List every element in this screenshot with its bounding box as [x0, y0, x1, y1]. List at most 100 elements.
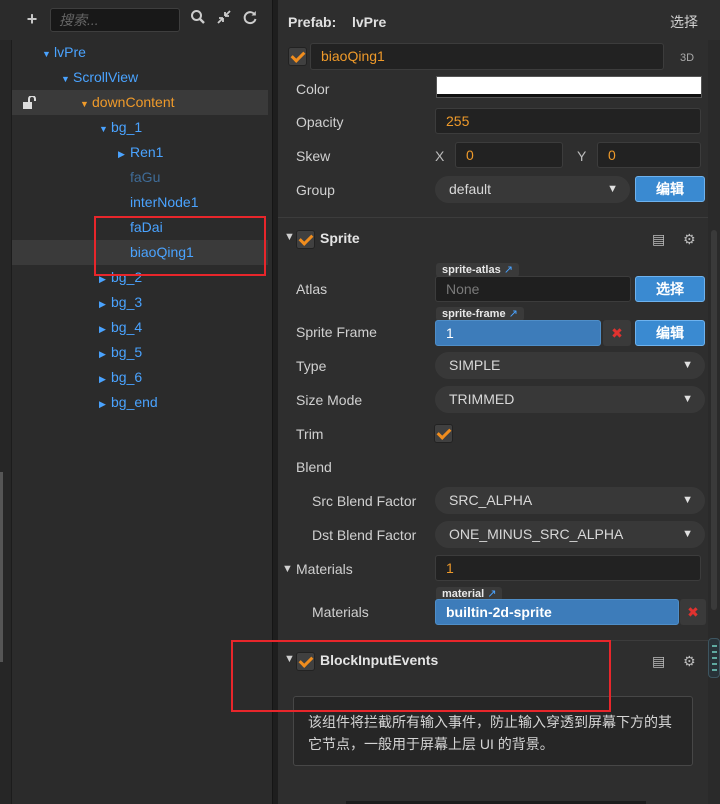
tree-node[interactable]: faDai	[130, 215, 163, 239]
block-input-description: 该组件将拦截所有输入事件，防止输入穿透到屏幕下方的其它节点，一般用于屏幕上层 U…	[293, 696, 693, 766]
caret-down-icon[interactable]: ▼	[42, 42, 54, 66]
tree-node-label: faGu	[130, 169, 161, 185]
sprite-enabled-checkbox[interactable]	[296, 230, 315, 249]
tree-node-label: Ren1	[130, 144, 164, 160]
caret-down-icon[interactable]: ▼	[61, 67, 73, 91]
tree-node-label: downContent	[92, 94, 175, 110]
block-input-enabled-checkbox[interactable]	[296, 652, 315, 671]
tree-node[interactable]: biaoQing1	[130, 240, 194, 264]
caret-down-icon[interactable]: ▼	[80, 92, 92, 116]
group-edit-button[interactable]: 编辑	[635, 176, 705, 202]
prefab-label: Prefab:	[288, 14, 337, 30]
type-select[interactable]: SIMPLE ▼	[435, 352, 705, 379]
prefab-bar: Prefab: lvPre 选择	[278, 0, 720, 40]
caret-right-icon[interactable]: ▶	[99, 367, 111, 391]
caret-right-icon[interactable]: ▶	[99, 342, 111, 366]
lock-icon[interactable]	[23, 95, 37, 112]
tree-node[interactable]: ▶ bg_end	[99, 390, 158, 414]
block-input-title: BlockInputEvents	[320, 652, 439, 668]
clear-frame-icon[interactable]: ✖	[603, 320, 631, 346]
tree-node[interactable]: ▶ bg_4	[99, 315, 142, 339]
caret-right-icon[interactable]: ▶	[99, 317, 111, 341]
group-select[interactable]: default ▼	[435, 176, 630, 203]
tree-node[interactable]: ▶ Ren1	[118, 140, 163, 164]
collapse-icon[interactable]	[214, 9, 234, 29]
inspector-scrollbar[interactable]	[708, 40, 720, 804]
block-input-section-header[interactable]: ▼ BlockInputEvents ▤ ⚙	[278, 644, 710, 680]
refresh-icon[interactable]	[240, 9, 260, 29]
tree-node[interactable]: ▶ bg_6	[99, 365, 142, 389]
dst-blend-value: ONE_MINUS_SRC_ALPHA	[449, 526, 624, 542]
tree-node-label: bg_1	[111, 119, 143, 135]
tree-node-label: bg_3	[111, 294, 143, 310]
search-icon[interactable]	[188, 9, 208, 29]
caret-right-icon[interactable]: ▶	[99, 267, 111, 291]
prefab-name: lvPre	[352, 14, 387, 30]
opacity-input[interactable]: 255	[435, 108, 701, 134]
caret-down-icon[interactable]: ▼	[99, 117, 111, 141]
trim-label: Trim	[296, 426, 324, 442]
size-mode-select[interactable]: TRIMMED ▼	[435, 386, 705, 413]
materials-triangle-icon[interactable]: ▼	[282, 559, 293, 579]
node-name-input[interactable]: biaoQing1	[310, 43, 664, 70]
trim-checkbox[interactable]	[434, 424, 453, 443]
tree-node[interactable]: ▶ bg_3	[99, 290, 142, 314]
inspector-panel: Prefab: lvPre 选择 biaoQing1 3D Color Opac…	[278, 0, 720, 804]
tree-node[interactable]: ▶ bg_2	[99, 265, 142, 289]
prefab-select-button[interactable]: 选择	[670, 12, 698, 32]
dst-blend-select[interactable]: ONE_MINUS_SRC_ALPHA ▼	[435, 521, 705, 548]
tree-node-label: bg_5	[111, 344, 143, 360]
node-active-checkbox[interactable]	[288, 47, 307, 66]
skew-y-input[interactable]: 0	[597, 142, 701, 168]
gear-icon-2[interactable]: ⚙	[683, 653, 696, 670]
blend-label: Blend	[296, 459, 332, 475]
tree-node[interactable]: ▼ bg_1	[99, 115, 142, 139]
caret-right-icon[interactable]: ▶	[118, 142, 130, 166]
collapse-triangle-icon-2[interactable]: ▼	[284, 653, 295, 665]
tree-node[interactable]: faGu	[130, 165, 160, 189]
type-label: Type	[296, 358, 327, 374]
size-mode-value: TRIMMED	[449, 391, 515, 407]
tree-node-label: bg_end	[111, 394, 158, 410]
src-blend-value: SRC_ALPHA	[449, 492, 533, 508]
hierarchy-toolbar: + 搜索...	[0, 0, 272, 40]
sprite-section-header[interactable]: ▼ Sprite ▤ ⚙	[278, 222, 710, 258]
sprite-frame-tag: sprite-frame ↗	[436, 307, 524, 321]
skew-label: Skew	[296, 148, 331, 164]
sprite-frame-label: Sprite Frame	[296, 324, 377, 340]
color-swatch[interactable]	[436, 76, 702, 98]
tree-node[interactable]: ▼ ScrollView	[61, 65, 138, 89]
book-icon-2[interactable]: ▤	[652, 653, 665, 670]
search-input[interactable]: 搜索...	[50, 8, 180, 32]
src-blend-select[interactable]: SRC_ALPHA ▼	[435, 487, 705, 514]
tree-node[interactable]: ▶ bg_5	[99, 340, 142, 364]
atlas-label: Atlas	[296, 281, 328, 297]
book-icon[interactable]: ▤	[652, 231, 665, 248]
group-label: Group	[296, 182, 335, 198]
group-value: default	[449, 181, 492, 197]
atlas-input[interactable]: None	[435, 276, 631, 302]
node-3d-toggle[interactable]: 3D	[680, 48, 694, 68]
caret-right-icon[interactable]: ▶	[99, 392, 111, 416]
caret-right-icon[interactable]: ▶	[99, 292, 111, 316]
gear-icon[interactable]: ⚙	[683, 231, 696, 248]
material-input[interactable]: builtin-2d-sprite	[435, 599, 679, 625]
type-value: SIMPLE	[449, 357, 501, 373]
collapse-triangle-icon[interactable]: ▼	[284, 231, 295, 243]
tree-node[interactable]: ▼ lvPre	[42, 40, 86, 64]
skew-x-input[interactable]: 0	[455, 142, 563, 168]
tree-node-label: interNode1	[130, 194, 199, 210]
atlas-tag: sprite-atlas ↗	[436, 263, 519, 277]
atlas-select-button[interactable]: 选择	[635, 276, 705, 302]
tree-node-label: bg_2	[111, 269, 143, 285]
sprite-frame-edit-button[interactable]: 编辑	[635, 320, 705, 346]
size-mode-label: Size Mode	[296, 392, 363, 408]
add-icon[interactable]: +	[22, 9, 42, 29]
clear-material-icon[interactable]: ✖	[680, 599, 706, 625]
tree-node-label: lvPre	[54, 44, 86, 60]
tree-node[interactable]: ▼ downContent	[80, 90, 175, 114]
sprite-frame-input[interactable]: 1	[435, 320, 601, 346]
materials-count-input[interactable]: 1	[435, 555, 701, 581]
tree-node-label: ScrollView	[73, 69, 139, 85]
tree-node[interactable]: interNode1	[130, 190, 199, 214]
